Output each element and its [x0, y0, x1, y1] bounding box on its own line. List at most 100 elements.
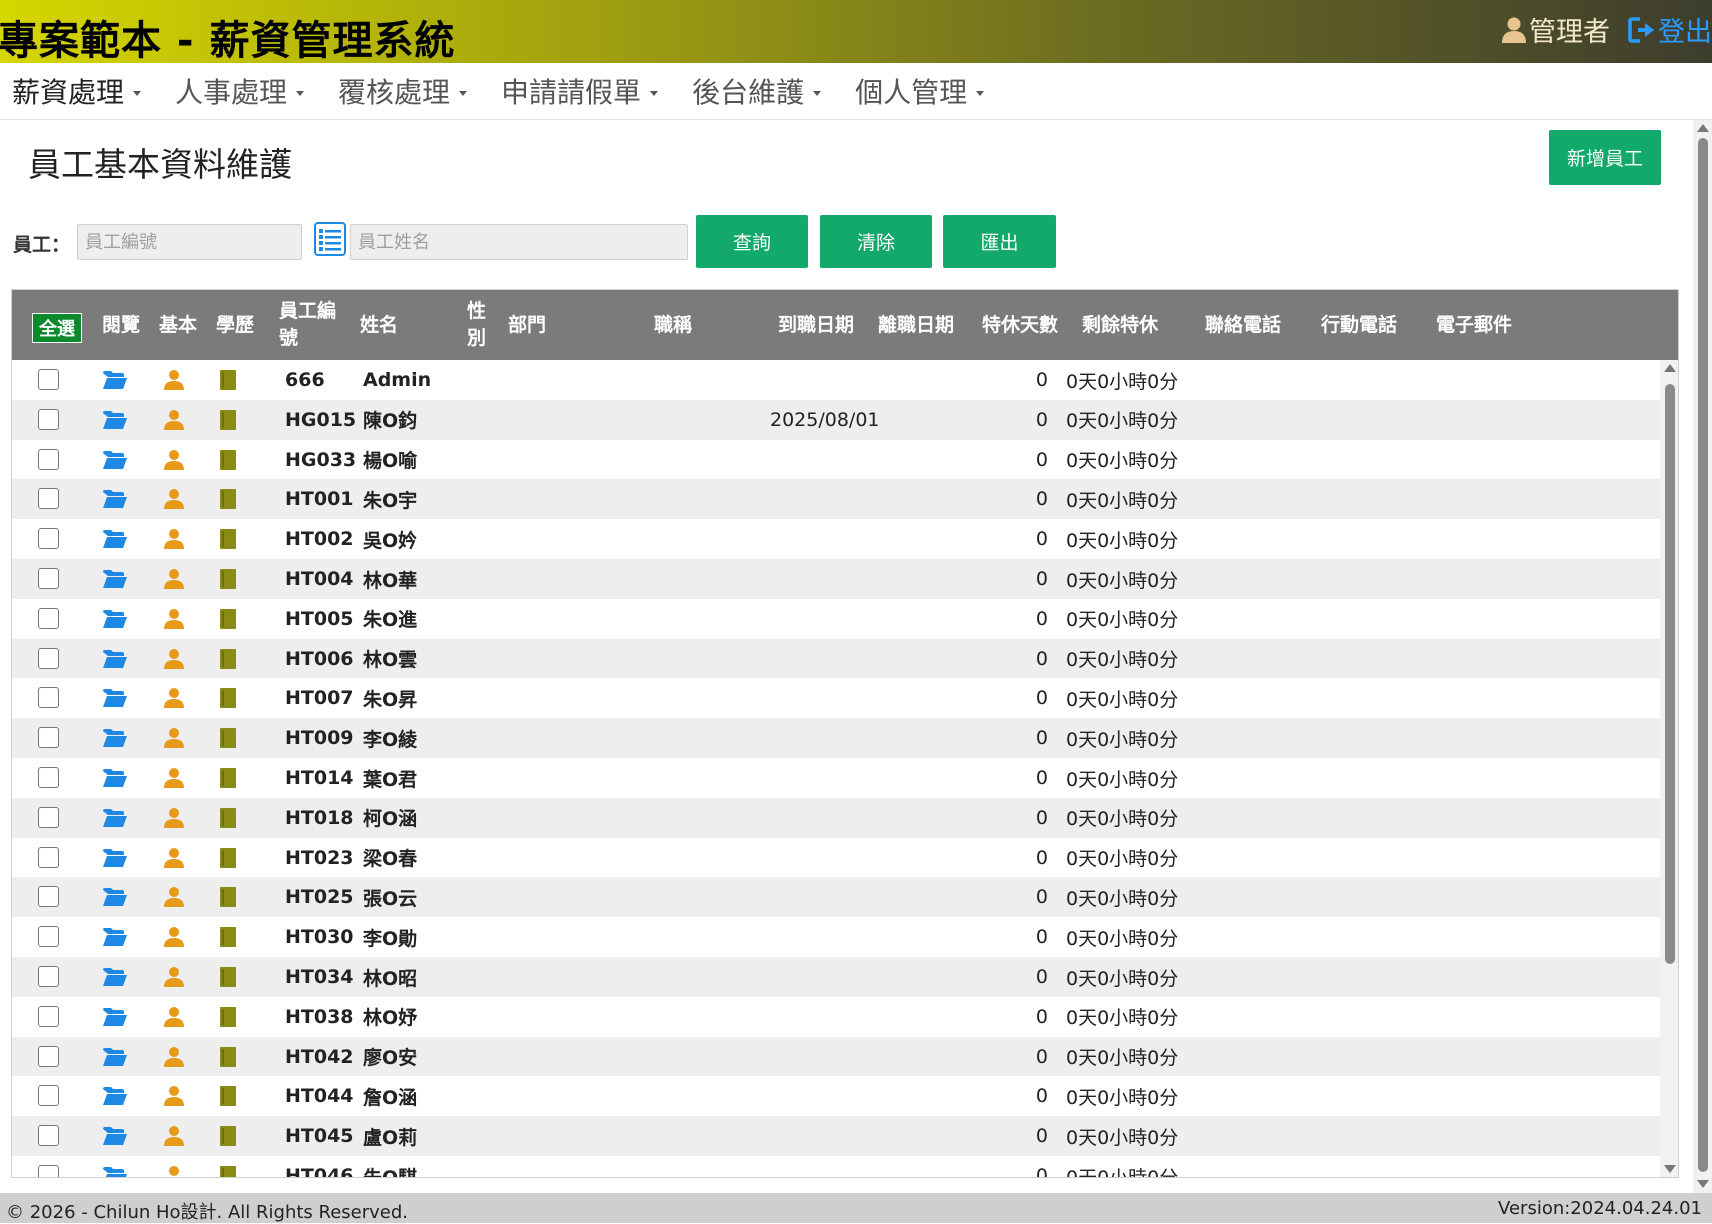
person-icon[interactable]	[164, 886, 184, 913]
row-checkbox[interactable]	[38, 886, 59, 908]
person-icon[interactable]	[164, 488, 184, 515]
row-checkbox[interactable]	[38, 647, 59, 669]
folder-open-icon[interactable]	[102, 768, 128, 793]
table-row[interactable]: HT025 張O云 0 0天0小時0分	[12, 877, 1660, 918]
book-icon[interactable]	[219, 886, 237, 913]
folder-open-icon[interactable]	[102, 569, 128, 594]
person-icon[interactable]	[164, 807, 184, 834]
row-checkbox[interactable]	[38, 488, 59, 510]
table-row[interactable]: HG015 陳O鈞 2025/08/01 0 0天0小時0分	[12, 399, 1660, 440]
export-button[interactable]: 匯出	[943, 215, 1056, 268]
book-icon[interactable]	[219, 1125, 237, 1152]
query-button[interactable]: 查詢	[696, 215, 808, 268]
menu-item-review[interactable]: 覆核處理	[338, 71, 468, 111]
folder-open-icon[interactable]	[102, 609, 128, 634]
row-checkbox[interactable]	[38, 966, 59, 987]
row-checkbox[interactable]	[38, 448, 59, 470]
scroll-up-arrow[interactable]	[1664, 364, 1676, 372]
page-scroll-down-arrow[interactable]	[1697, 1180, 1709, 1188]
folder-open-icon[interactable]	[102, 489, 128, 514]
person-icon[interactable]	[164, 926, 184, 953]
folder-open-icon[interactable]	[102, 649, 128, 674]
clear-button[interactable]: 清除	[820, 215, 932, 268]
table-scrollbar[interactable]	[1660, 360, 1678, 1177]
table-row[interactable]: HT006 林O雲 0 0天0小時0分	[12, 638, 1660, 679]
menu-item-personnel[interactable]: 人事處理	[175, 71, 305, 111]
book-icon[interactable]	[219, 966, 237, 993]
book-icon[interactable]	[219, 727, 237, 754]
person-icon[interactable]	[164, 409, 184, 436]
folder-open-icon[interactable]	[102, 1047, 128, 1072]
book-icon[interactable]	[219, 767, 237, 794]
table-row[interactable]: HT004 林O華 0 0天0小時0分	[12, 559, 1660, 599]
folder-open-icon[interactable]	[102, 1007, 128, 1032]
table-body[interactable]: 666 Admin 0 0天0小時0分 HG015 陳O鈞 2025/08/01 0 0天0小時…	[12, 360, 1660, 1177]
folder-open-icon[interactable]	[102, 370, 128, 395]
add-employee-button[interactable]: 新增員工	[1549, 130, 1661, 185]
book-icon[interactable]	[219, 687, 237, 714]
book-icon[interactable]	[219, 847, 237, 874]
menu-item-backend[interactable]: 後台維護	[692, 71, 822, 111]
row-checkbox[interactable]	[38, 1165, 59, 1177]
book-icon[interactable]	[219, 648, 237, 675]
row-checkbox[interactable]	[38, 369, 59, 390]
table-row[interactable]: HT009 李O綾 0 0天0小時0分	[12, 718, 1660, 758]
table-row[interactable]: HT045 盧O莉 0 0天0小時0分	[12, 1116, 1660, 1156]
book-icon[interactable]	[219, 409, 237, 436]
book-icon[interactable]	[219, 568, 237, 595]
folder-open-icon[interactable]	[102, 927, 128, 952]
table-row[interactable]: HT007 朱O昇 0 0天0小時0分	[12, 678, 1660, 718]
select-all-button[interactable]: 全選	[32, 313, 82, 343]
row-checkbox[interactable]	[38, 607, 59, 629]
menu-item-leave-request[interactable]: 申請請假單	[501, 71, 659, 111]
table-row[interactable]: HT038 林O妤 0 0天0小時0分	[12, 997, 1660, 1037]
person-icon[interactable]	[164, 449, 184, 476]
folder-open-icon[interactable]	[102, 410, 128, 435]
row-checkbox[interactable]	[38, 568, 59, 589]
folder-open-icon[interactable]	[102, 529, 128, 554]
page-scroll-thumb[interactable]	[1698, 138, 1708, 1172]
page-scrollbar[interactable]	[1693, 120, 1712, 1193]
table-row[interactable]: HT002 吳O妗 0 0天0小時0分	[12, 519, 1660, 559]
table-row[interactable]: HT018 柯O涵 0 0天0小時0分	[12, 797, 1660, 838]
user-menu[interactable]: 管理者	[1501, 10, 1610, 49]
row-checkbox[interactable]	[38, 528, 59, 550]
folder-open-icon[interactable]	[102, 967, 128, 992]
book-icon[interactable]	[219, 807, 237, 834]
person-icon[interactable]	[164, 687, 184, 714]
book-icon[interactable]	[219, 1165, 237, 1177]
person-icon[interactable]	[164, 767, 184, 794]
row-checkbox[interactable]	[38, 1085, 59, 1107]
folder-open-icon[interactable]	[102, 728, 128, 753]
book-icon[interactable]	[219, 528, 237, 555]
table-row[interactable]: HT046 朱O騏 0 0天0小時0分	[12, 1156, 1660, 1177]
book-icon[interactable]	[219, 449, 237, 476]
person-icon[interactable]	[164, 568, 184, 595]
row-checkbox[interactable]	[38, 1125, 59, 1147]
employee-name-input[interactable]	[350, 224, 688, 260]
table-row[interactable]: HG033 楊O喻 0 0天0小時0分	[12, 440, 1660, 480]
table-row[interactable]: HT044 詹O涵 0 0天0小時0分	[12, 1076, 1660, 1116]
table-row[interactable]: HT001 朱O宇 0 0天0小時0分	[12, 479, 1660, 520]
person-icon[interactable]	[164, 1085, 184, 1112]
menu-item-personal[interactable]: 個人管理	[855, 71, 985, 111]
book-icon[interactable]	[219, 926, 237, 953]
folder-open-icon[interactable]	[102, 1086, 128, 1111]
book-icon[interactable]	[219, 369, 237, 396]
book-icon[interactable]	[219, 488, 237, 515]
book-icon[interactable]	[219, 1046, 237, 1073]
table-row[interactable]: HT005 朱O進 0 0天0小時0分	[12, 599, 1660, 639]
person-icon[interactable]	[164, 966, 184, 993]
book-icon[interactable]	[219, 1006, 237, 1033]
person-icon[interactable]	[164, 528, 184, 555]
table-row[interactable]: 666 Admin 0 0天0小時0分	[12, 360, 1660, 400]
menu-item-salary[interactable]: 薪資處理	[12, 71, 142, 111]
row-checkbox[interactable]	[38, 727, 59, 749]
folder-open-icon[interactable]	[102, 808, 128, 833]
list-icon[interactable]	[314, 222, 346, 256]
table-row[interactable]: HT014 葉O君 0 0天0小時0分	[12, 758, 1660, 798]
person-icon[interactable]	[164, 369, 184, 396]
employee-id-input[interactable]	[77, 224, 302, 260]
row-checkbox[interactable]	[38, 1045, 59, 1067]
folder-open-icon[interactable]	[102, 1126, 128, 1151]
